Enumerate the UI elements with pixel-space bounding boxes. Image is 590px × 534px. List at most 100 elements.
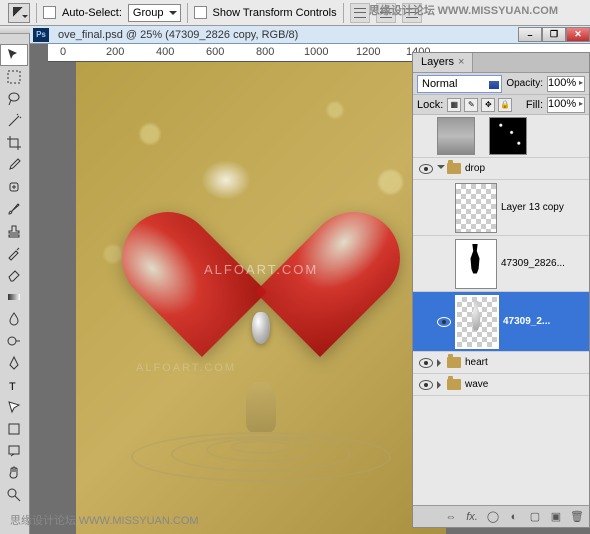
layer-name[interactable]: Layer 13 copy (501, 202, 587, 213)
blend-row: Normal Opacity: 100% (413, 73, 589, 95)
new-group-icon[interactable]: ▢ (527, 509, 543, 525)
blend-mode-combo[interactable]: Normal (417, 75, 502, 93)
tool-preset-picker[interactable] (8, 3, 30, 23)
delete-icon[interactable]: 🗑 (569, 509, 585, 525)
move-tool[interactable] (0, 44, 28, 66)
layer-row[interactable]: 47309_2826... (413, 236, 589, 292)
dodge-tool[interactable] (0, 330, 28, 352)
marquee-tool[interactable] (0, 66, 28, 88)
lock-label: Lock: (417, 99, 443, 111)
expand-icon[interactable] (437, 165, 445, 173)
eraser-tool[interactable] (0, 264, 28, 286)
close-icon[interactable]: × (458, 56, 464, 68)
fx-icon[interactable]: fx. (464, 509, 480, 525)
options-bar: Auto-Select: Group Show Transform Contro… (0, 0, 590, 26)
auto-select-combo[interactable]: Group (128, 4, 181, 22)
layers-footer: ⇔ fx. ◯ ◐ ▢ ▣ 🗑 (413, 505, 589, 527)
heart-artwork (171, 152, 351, 322)
folder-icon (447, 163, 461, 174)
move-icon (13, 7, 25, 19)
layer-name[interactable]: drop (465, 163, 587, 174)
show-transform-checkbox[interactable] (194, 6, 207, 19)
show-transform-label: Show Transform Controls (213, 7, 337, 19)
visibility-icon[interactable] (437, 317, 451, 327)
document-titlebar[interactable]: Ps ove_final.psd @ 25% (47309_2826 copy,… (30, 26, 590, 44)
artwork-watermark: ALFOART.COM (204, 262, 318, 277)
document-title: ove_final.psd @ 25% (47309_2826 copy, RG… (52, 29, 518, 41)
gradient-tool[interactable] (0, 286, 28, 308)
layer-row[interactable]: Layer 13 copy (413, 180, 589, 236)
brush-tool[interactable] (0, 198, 28, 220)
layers-tab[interactable]: Layers× (413, 53, 473, 72)
lock-position-icon[interactable]: ✥ (481, 98, 495, 112)
lock-pixels-icon[interactable]: ✎ (464, 98, 478, 112)
layer-thumb[interactable] (455, 295, 499, 349)
visibility-icon[interactable] (419, 358, 433, 368)
link-icon (479, 128, 489, 144)
lasso-tool[interactable] (0, 88, 28, 110)
notes-tool[interactable] (0, 440, 28, 462)
toolbox: T (0, 26, 30, 534)
visibility-icon[interactable] (419, 380, 433, 390)
layer-row[interactable] (413, 115, 589, 158)
artwork-watermark: ALFOART.COM (136, 362, 236, 374)
expand-icon[interactable] (437, 381, 445, 389)
layer-thumb[interactable] (455, 183, 497, 233)
canvas[interactable]: ALFOART.COM ALFOART.COM (76, 62, 446, 534)
blur-tool[interactable] (0, 308, 28, 330)
eyedropper-tool[interactable] (0, 154, 28, 176)
divider (187, 3, 188, 23)
folder-icon (447, 357, 461, 368)
layers-list: drop Layer 13 copy 47309_2826... 47309_2… (413, 115, 589, 505)
wand-tool[interactable] (0, 110, 28, 132)
minimize-button[interactable]: – (518, 27, 542, 42)
opacity-input[interactable]: 100% (547, 76, 585, 92)
path-tool[interactable] (0, 396, 28, 418)
healing-tool[interactable] (0, 176, 28, 198)
toolbox-handle[interactable] (0, 26, 30, 34)
layer-thumb[interactable] (437, 117, 475, 155)
divider (36, 3, 37, 23)
layer-group-wave[interactable]: wave (413, 374, 589, 396)
crop-tool[interactable] (0, 132, 28, 154)
svg-text:T: T (9, 381, 16, 393)
layer-group-heart[interactable]: heart (413, 352, 589, 374)
shape-tool[interactable] (0, 418, 28, 440)
layer-name[interactable]: heart (465, 357, 587, 368)
watermark: 思缘设计论坛 WWW.MISSYUAN.COM (367, 0, 560, 20)
mask-icon[interactable]: ◯ (485, 509, 501, 525)
water-drop (252, 312, 270, 344)
layer-thumb[interactable] (455, 239, 497, 289)
zoom-tool[interactable] (0, 484, 28, 506)
link-layers-icon[interactable]: ⇔ (443, 509, 459, 525)
auto-select-checkbox[interactable] (43, 6, 56, 19)
divider (343, 3, 344, 23)
close-button[interactable]: ✕ (566, 27, 590, 42)
layer-group-drop[interactable]: drop (413, 158, 589, 180)
layer-name[interactable]: wave (465, 379, 587, 390)
new-layer-icon[interactable]: ▣ (548, 509, 564, 525)
layer-name[interactable]: 47309_2... (503, 316, 587, 327)
layers-panel: Layers× Normal Opacity: 100% Lock: ▦ ✎ ✥… (412, 52, 590, 528)
expand-icon[interactable] (437, 359, 445, 367)
layer-name[interactable]: 47309_2826... (501, 258, 587, 269)
auto-select-label: Auto-Select: (62, 7, 122, 19)
lock-all-icon[interactable]: 🔒 (498, 98, 512, 112)
pen-tool[interactable] (0, 352, 28, 374)
maximize-button[interactable]: ❐ (542, 27, 566, 42)
panel-tabs: Layers× (413, 53, 589, 73)
fill-input[interactable]: 100% (547, 97, 585, 113)
type-tool[interactable]: T (0, 374, 28, 396)
stamp-tool[interactable] (0, 220, 28, 242)
opacity-label: Opacity: (506, 78, 543, 89)
layer-row-selected[interactable]: 47309_2... (413, 292, 589, 352)
layer-mask-thumb[interactable] (489, 117, 527, 155)
bottom-watermark: 思缘设计论坛 WWW.MISSYUAN.COM (10, 512, 199, 528)
lock-transparency-icon[interactable]: ▦ (447, 98, 461, 112)
lock-row: Lock: ▦ ✎ ✥ 🔒 Fill: 100% (413, 95, 589, 115)
ps-icon: Ps (33, 28, 49, 42)
hand-tool[interactable] (0, 462, 28, 484)
history-brush-tool[interactable] (0, 242, 28, 264)
visibility-icon[interactable] (419, 164, 433, 174)
adjustment-icon[interactable]: ◐ (506, 509, 522, 525)
